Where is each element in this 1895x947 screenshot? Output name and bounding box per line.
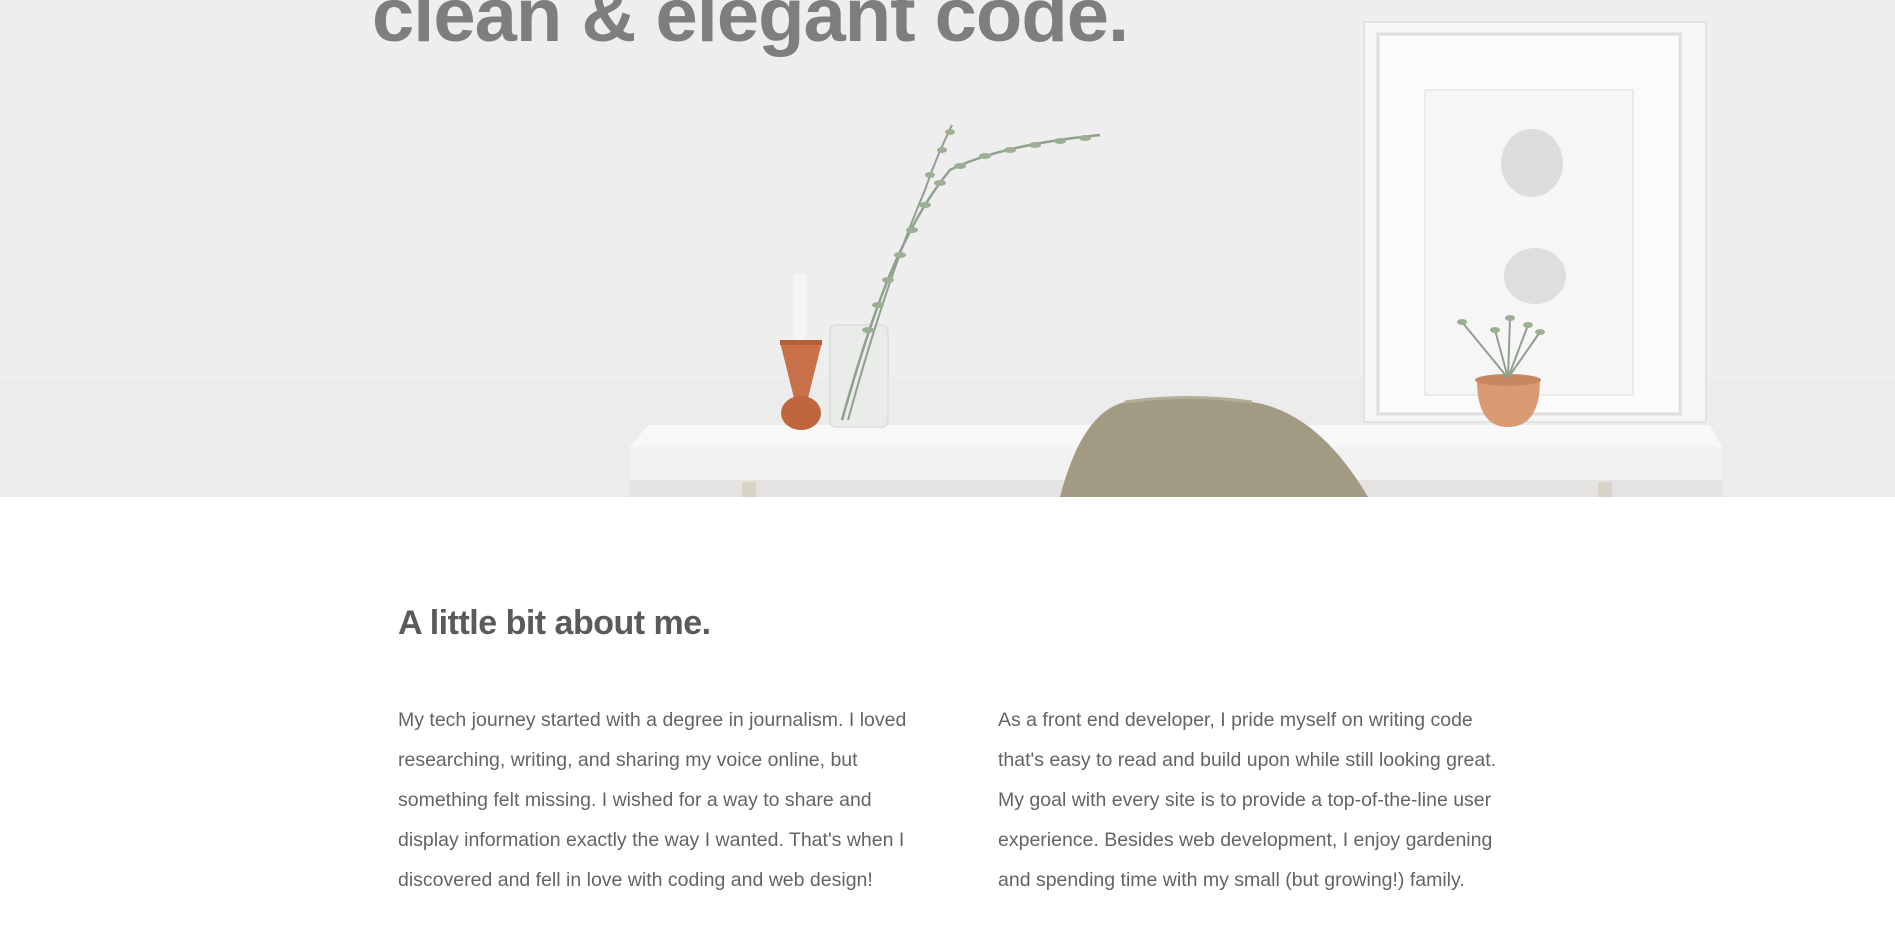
hero-title: clean & elegant code. xyxy=(372,0,1129,58)
hero-section: clean & elegant code. xyxy=(0,0,1895,497)
about-paragraph-right: As a front end developer, I pride myself… xyxy=(998,709,1497,891)
picture-frame xyxy=(1363,21,1707,423)
hero-desk-photo xyxy=(0,0,1895,497)
about-paragraph-left: My tech journey started with a degree in… xyxy=(398,709,907,891)
about-heading: A little bit about me. xyxy=(398,604,711,642)
